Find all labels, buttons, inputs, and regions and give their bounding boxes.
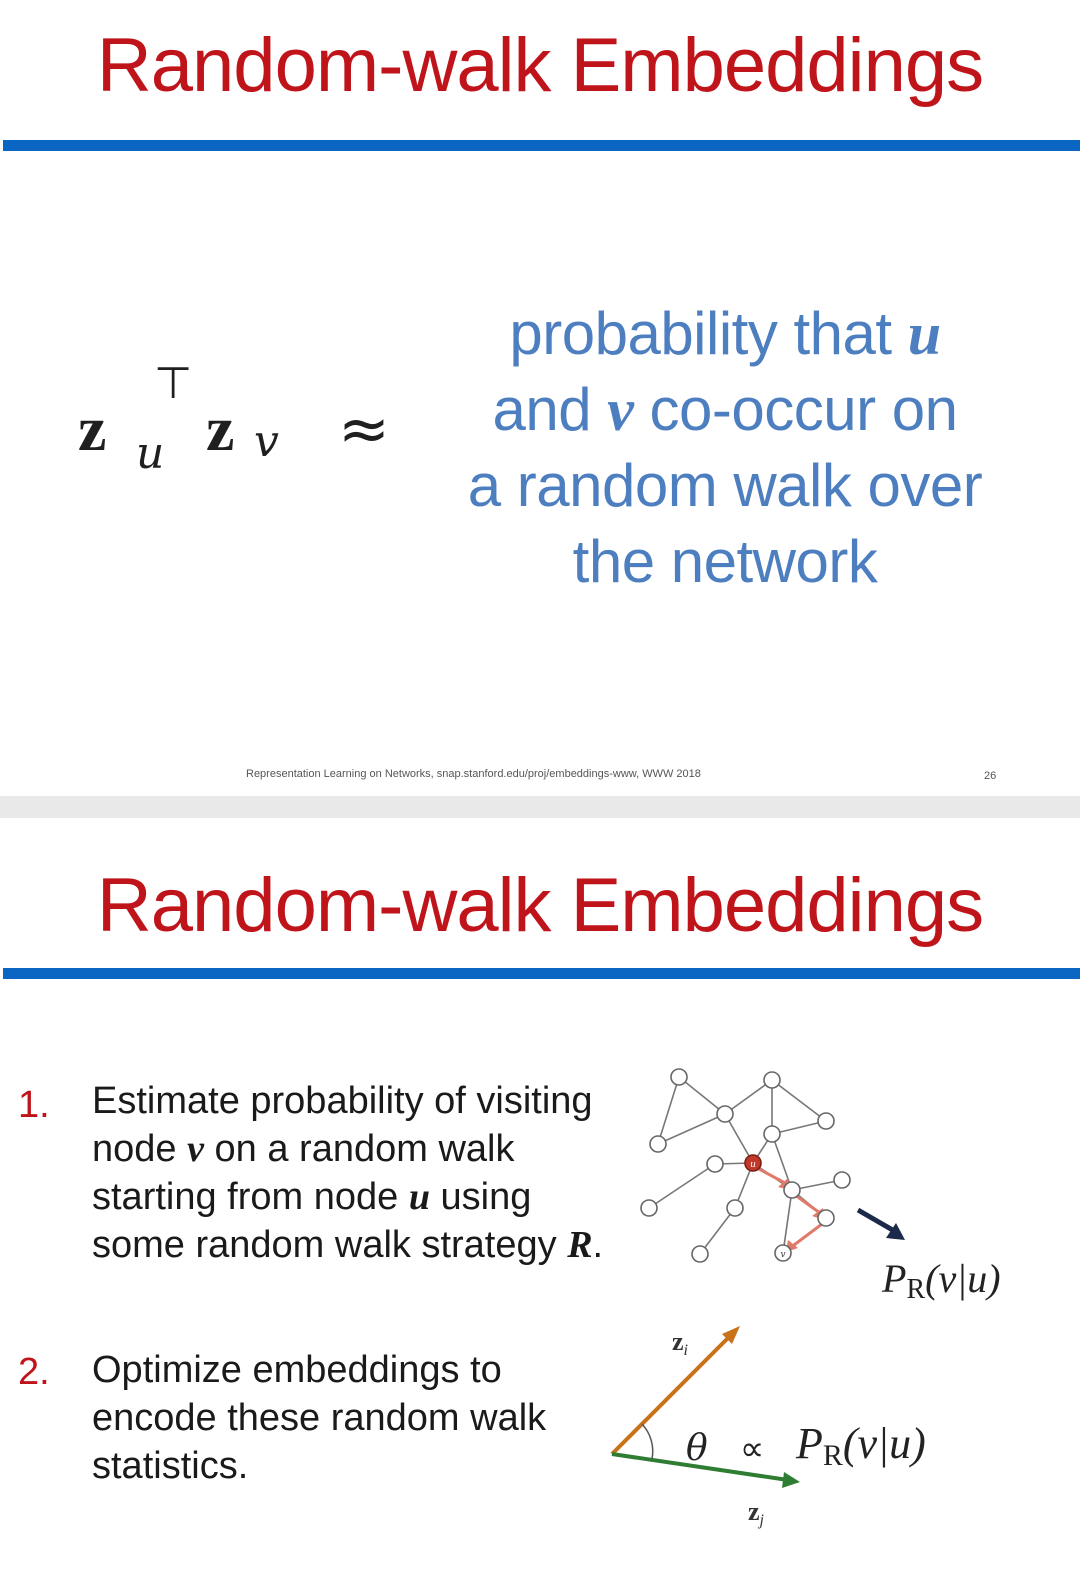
label-z-j: zj (748, 1497, 765, 1529)
approx-symbol: ≈ (338, 392, 390, 465)
step-1-text: Estimate probability of visiting node v … (92, 1080, 604, 1266)
arrow-to-probability (856, 1207, 905, 1240)
embedding-vectors-diagram: zi zj θ ∝ PR(v|u) (610, 1326, 926, 1529)
node-u-label: u (750, 1160, 756, 1170)
vector-z-j-head (782, 1472, 800, 1488)
step-number: 1. (18, 1084, 50, 1126)
step-number: 2. (18, 1351, 50, 1393)
formula-z-u: z (78, 393, 107, 464)
proportional-symbol: ∝ (740, 1429, 764, 1469)
angle-arc (641, 1423, 654, 1460)
slide-title: Random-walk Embeddings (96, 863, 984, 948)
slide-title: Random-walk Embeddings (96, 23, 984, 108)
var-v: v (187, 1128, 204, 1170)
co-occurrence-description: probability that u and v co-occur on a r… (467, 300, 983, 595)
probability-label: PR(v|u) (795, 1419, 926, 1472)
formula-transpose: ⊤ (154, 358, 193, 409)
vector-z-i (610, 1334, 732, 1456)
probability-label: PR(v|u) (881, 1256, 1001, 1305)
slide-26: Random-walk Embeddings z ⊤ u z v ≈ proba… (0, 0, 1080, 796)
slide-27: Random-walk Embeddings 1. Estimate proba… (0, 818, 1080, 1588)
formula-z-v: z (206, 393, 235, 464)
slide-citation: Representation Learning on Networks, sna… (246, 768, 701, 780)
formula-sub-v: v (254, 416, 279, 467)
var-u: u (907, 301, 941, 367)
var-v: v (607, 377, 634, 443)
var-r: R (567, 1224, 593, 1266)
title-divider (3, 140, 1080, 151)
step-2-text: Optimize embeddings to encode these rand… (92, 1349, 547, 1487)
node-v-label: v (780, 1250, 785, 1260)
var-u: u (408, 1176, 430, 1218)
page-number: 26 (984, 770, 997, 782)
label-z-i: zi (672, 1327, 688, 1359)
embedding-dot-product-formula: z ⊤ u z v ≈ (78, 358, 448, 510)
formula-sub-u: u (136, 428, 165, 479)
random-walk-graph-diagram: u v PR(v|u) (640, 1068, 1001, 1305)
theta-symbol: θ (686, 1428, 708, 1469)
title-divider (3, 968, 1080, 979)
